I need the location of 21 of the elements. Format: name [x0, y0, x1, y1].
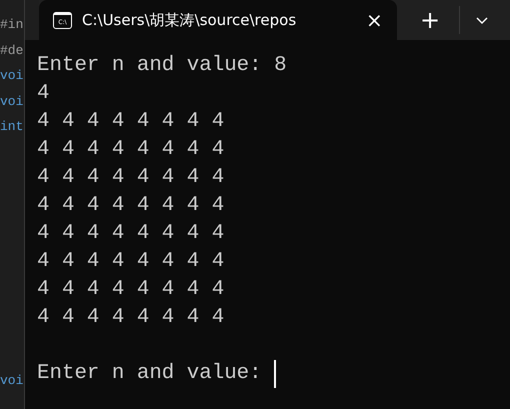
- output-line: 4 4 4 4 4 4 4 4: [37, 109, 226, 135]
- output-line: 4 4 4 4 4 4 4 4: [37, 249, 226, 275]
- code-line: voi: [0, 92, 24, 110]
- output-line: 4 4 4 4 4 4 4 4: [37, 193, 226, 219]
- new-tab-button[interactable]: +: [401, 0, 459, 40]
- output-line: 4 4 4 4 4 4 4 4: [37, 137, 226, 163]
- close-button[interactable]: ×: [362, 8, 387, 32]
- code-line: #in: [0, 16, 24, 34]
- prompt-line: Enter n and value:: [37, 361, 263, 387]
- tab-title: C:\Users\胡某涛\source\repos: [82, 10, 298, 30]
- output-line: 4 4 4 4 4 4 4 4: [37, 305, 226, 331]
- code-line: voi: [0, 67, 24, 85]
- output-line: 4 4 4 4 4 4 4 4: [37, 165, 226, 191]
- code-line: int: [0, 118, 24, 136]
- chevron-down-icon: [476, 16, 488, 24]
- code-line: #de: [0, 42, 24, 60]
- output-line: 4 4 4 4 4 4 4 4: [37, 277, 226, 303]
- output-line: 4 4 4 4 4 4 4 4: [37, 221, 226, 247]
- code-line: voi: [0, 372, 24, 390]
- output-line: 4: [37, 81, 50, 107]
- output-line: Enter n and value: 8: [37, 53, 288, 79]
